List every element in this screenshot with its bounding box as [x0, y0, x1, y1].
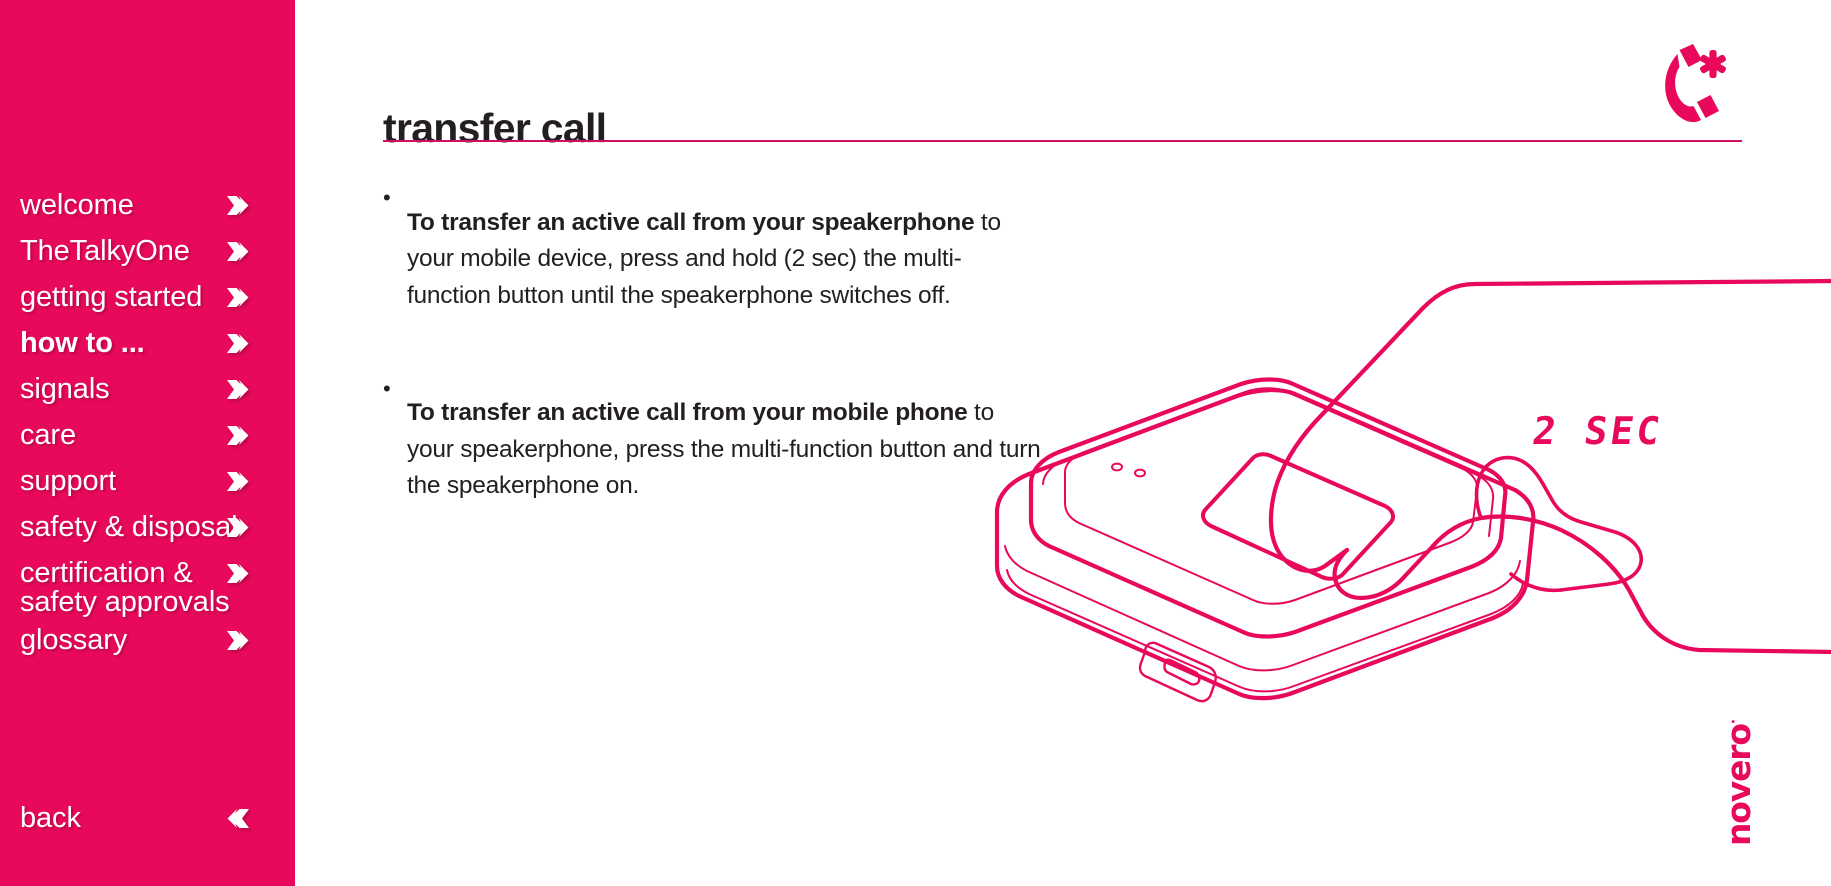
novero-logo-text: novero· — [1719, 720, 1758, 846]
chevron-right-icon — [227, 563, 249, 584]
sidebar-item-signals[interactable]: signals — [0, 366, 295, 412]
chevron-right-icon — [227, 241, 249, 262]
chevron-right-icon — [227, 195, 249, 216]
chevron-right-icon — [227, 517, 249, 538]
hand-pressing-speakerphone-illustration — [994, 260, 1831, 730]
instructions-list: • To transfer an active call from your s… — [383, 180, 1043, 561]
sidebar-item-label: how to ... — [20, 327, 145, 359]
sidebar-item-care[interactable]: care — [0, 412, 295, 458]
title-divider — [383, 140, 1742, 142]
main-content: transfer call • To transfer an active ca… — [295, 0, 1831, 886]
sidebar-item-label: TheTalkyOne — [20, 235, 190, 267]
sidebar-item-thetalkyone[interactable]: TheTalkyOne — [0, 228, 295, 274]
instruction-lead: To transfer an active call from your mob… — [407, 399, 968, 426]
instruction-text: To transfer an active call from your mob… — [407, 395, 1043, 505]
sidebar-item-label: glossary — [20, 624, 128, 656]
sidebar-item-label: signals — [20, 373, 110, 405]
bullet-marker: • — [383, 375, 391, 401]
sidebar-item-getting-started[interactable]: getting started — [0, 274, 295, 320]
chevron-right-icon — [227, 333, 249, 354]
sidebar-item-welcome[interactable]: welcome — [0, 182, 295, 228]
chevron-left-icon — [227, 808, 249, 829]
sidebar-item-label: support — [20, 465, 117, 497]
sidebar: welcome TheTalkyOne getting started how … — [0, 0, 295, 886]
phone-handset-star-icon — [1657, 40, 1729, 128]
instruction-text: To transfer an active call from your spe… — [407, 205, 1043, 315]
sidebar-item-label: care — [20, 419, 77, 451]
sidebar-item-label: welcome — [20, 189, 134, 221]
sidebar-item-support[interactable]: support — [0, 458, 295, 504]
chevron-right-icon — [227, 471, 249, 492]
chevron-right-icon — [227, 425, 249, 446]
novero-logo: novero· — [1719, 700, 1758, 850]
sidebar-item-label: getting started — [20, 281, 203, 313]
sidebar-item-safety-disposal[interactable]: safety & disposal — [0, 504, 295, 550]
novero-wordmark: novero — [1719, 724, 1758, 846]
sidebar-nav: welcome TheTalkyOne getting started how … — [0, 182, 295, 663]
list-item: • To transfer an active call from your m… — [383, 371, 1043, 530]
sidebar-back-button[interactable]: back — [0, 796, 295, 840]
page-title: transfer call — [383, 105, 607, 152]
sidebar-item-glossary[interactable]: glossary — [0, 617, 295, 663]
sidebar-item-label: certification & safety approvals — [20, 557, 230, 618]
sidebar-back-label: back — [20, 802, 81, 834]
list-item: • To transfer an active call from your s… — [383, 180, 1043, 339]
bullet-marker: • — [383, 185, 391, 210]
chevron-right-icon — [227, 630, 249, 651]
sidebar-item-label: safety & disposal — [20, 511, 238, 543]
duration-label: 2 SEC — [1529, 409, 1666, 453]
chevron-right-icon — [227, 379, 249, 400]
sidebar-item-how-to[interactable]: how to ... — [0, 320, 295, 366]
instruction-lead: To transfer an active call from your spe… — [407, 208, 975, 236]
novero-registered-mark: · — [1726, 720, 1742, 725]
sidebar-item-certification-safety-approvals[interactable]: certification & safety approvals — [0, 550, 295, 617]
chevron-right-icon — [227, 287, 249, 308]
